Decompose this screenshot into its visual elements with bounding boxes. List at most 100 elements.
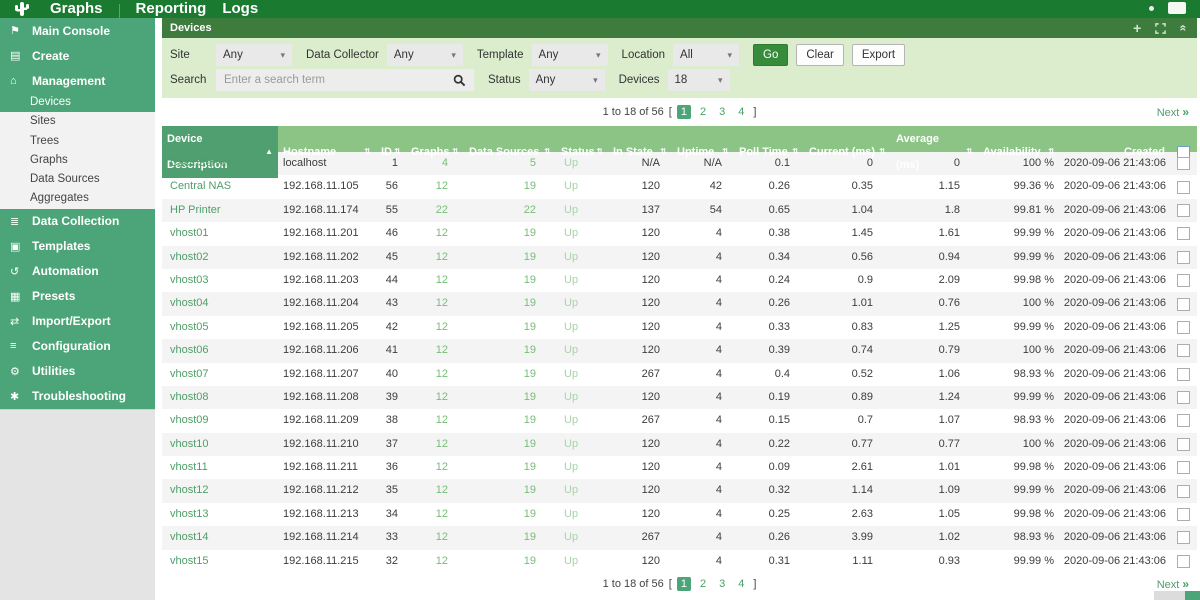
page-link[interactable]: 1 bbox=[676, 577, 691, 591]
graphs-count-link[interactable]: 12 bbox=[406, 526, 464, 549]
device-table-row[interactable]: vhost03 192.168.11.203 44 12 19 Up 120 4… bbox=[162, 268, 1197, 293]
user-menu-icon[interactable] bbox=[1168, 2, 1186, 14]
device-table-row[interactable]: Central NAS 192.168.11.105 56 12 19 Up 1… bbox=[162, 175, 1197, 199]
graphs-count-link[interactable]: 12 bbox=[406, 550, 464, 573]
device-table-row[interactable]: vhost06 192.168.11.206 41 12 19 Up 120 4… bbox=[162, 339, 1197, 363]
sidebar-subitem[interactable]: Sites bbox=[0, 112, 155, 131]
page-link[interactable]: 2 bbox=[696, 105, 710, 119]
data-sources-count-link[interactable]: 19 bbox=[464, 339, 556, 362]
device-name-link[interactable]: vhost07 bbox=[162, 363, 278, 386]
sidebar-item[interactable]: ≡ Configuration bbox=[0, 334, 155, 359]
graphs-count-link[interactable]: 12 bbox=[406, 386, 464, 409]
sidebar-item[interactable]: ⚑ Main Console bbox=[0, 18, 155, 43]
graphs-count-link[interactable]: 12 bbox=[406, 479, 464, 502]
fullscreen-icon[interactable] bbox=[1155, 22, 1167, 34]
search-input[interactable] bbox=[224, 74, 453, 86]
data-sources-count-link[interactable]: 19 bbox=[464, 316, 556, 339]
device-table-row[interactable]: vhost10 192.168.11.210 37 12 19 Up 120 4… bbox=[162, 432, 1197, 457]
page-link[interactable]: 1 bbox=[676, 105, 691, 119]
device-name-link[interactable]: vhost13 bbox=[162, 503, 278, 526]
sidebar-item[interactable]: ≣ Data Collection bbox=[0, 209, 155, 234]
row-checkbox[interactable] bbox=[1177, 391, 1190, 405]
data-sources-count-link[interactable]: 19 bbox=[464, 433, 556, 456]
sidebar-item[interactable]: ↺ Automation bbox=[0, 259, 155, 284]
data-sources-count-link[interactable]: 19 bbox=[464, 409, 556, 432]
row-checkbox[interactable] bbox=[1177, 320, 1190, 334]
row-checkbox[interactable] bbox=[1177, 344, 1190, 358]
row-checkbox[interactable] bbox=[1177, 554, 1190, 568]
page-link[interactable]: 3 bbox=[715, 577, 729, 591]
device-name-link[interactable]: vhost15 bbox=[162, 550, 278, 573]
add-device-icon[interactable]: + bbox=[1133, 21, 1141, 35]
graphs-count-link[interactable]: 12 bbox=[406, 433, 464, 456]
device-table-row[interactable]: vhost02 192.168.11.202 45 12 19 Up 120 4… bbox=[162, 245, 1197, 269]
graphs-count-link[interactable]: 12 bbox=[406, 292, 464, 315]
next-page-link[interactable]: Next» bbox=[1157, 105, 1189, 119]
graphs-count-link[interactable]: 12 bbox=[406, 246, 464, 269]
data-sources-count-link[interactable]: 19 bbox=[464, 503, 556, 526]
graphs-count-link[interactable]: 4 bbox=[406, 152, 464, 175]
device-name-link[interactable]: vhost08 bbox=[162, 386, 278, 409]
sidebar-subitem[interactable]: Trees bbox=[0, 132, 155, 151]
row-checkbox[interactable] bbox=[1177, 367, 1190, 381]
sidebar-item[interactable]: ✱ Troubleshooting bbox=[0, 384, 155, 409]
sidebar-item[interactable]: ▤ Create bbox=[0, 43, 155, 68]
sidebar-item[interactable]: ▣ Templates bbox=[0, 234, 155, 259]
tab-logs[interactable]: Logs bbox=[222, 0, 258, 17]
page-link[interactable]: 4 bbox=[734, 105, 748, 119]
device-name-link[interactable]: vhost06 bbox=[162, 339, 278, 362]
search-icon[interactable] bbox=[453, 74, 466, 87]
tab-reporting[interactable]: Reporting bbox=[136, 0, 207, 17]
go-button[interactable]: Go bbox=[753, 44, 789, 66]
device-table-row[interactable]: vhost11 192.168.11.211 36 12 19 Up 120 4… bbox=[162, 456, 1197, 480]
row-checkbox[interactable] bbox=[1177, 157, 1190, 171]
graphs-count-link[interactable]: 12 bbox=[406, 175, 464, 198]
graphs-count-link[interactable]: 12 bbox=[406, 409, 464, 432]
user-icon[interactable] bbox=[1149, 5, 1154, 11]
graphs-count-link[interactable]: 12 bbox=[406, 503, 464, 526]
device-name-link[interactable]: vhost03 bbox=[162, 269, 278, 292]
next-page-link[interactable]: Next» bbox=[1157, 577, 1189, 591]
graphs-count-link[interactable]: 12 bbox=[406, 363, 464, 386]
row-checkbox[interactable] bbox=[1177, 203, 1190, 217]
device-name-link[interactable]: Central NAS bbox=[162, 175, 278, 198]
data-sources-count-link[interactable]: 19 bbox=[464, 175, 556, 198]
row-checkbox[interactable] bbox=[1177, 484, 1190, 498]
device-name-link[interactable]: Cacti Server bbox=[162, 152, 278, 175]
data-sources-count-link[interactable]: 19 bbox=[464, 526, 556, 549]
site-select[interactable]: Any ▾ bbox=[216, 44, 292, 66]
sidebar-subitem[interactable]: Devices bbox=[0, 93, 155, 113]
graphs-count-link[interactable]: 12 bbox=[406, 316, 464, 339]
device-name-link[interactable]: vhost14 bbox=[162, 526, 278, 549]
row-checkbox[interactable] bbox=[1177, 531, 1190, 545]
row-checkbox[interactable] bbox=[1177, 274, 1190, 288]
sidebar-item[interactable]: ⚙ Utilities bbox=[0, 359, 155, 384]
device-table-row[interactable]: vhost12 192.168.11.212 35 12 19 Up 120 4… bbox=[162, 479, 1197, 503]
device-table-row[interactable]: vhost07 192.168.11.207 40 12 19 Up 267 4… bbox=[162, 362, 1197, 386]
sidebar-subitem[interactable]: Data Sources bbox=[0, 170, 155, 189]
template-select[interactable]: Any ▾ bbox=[531, 44, 608, 66]
graphs-count-link[interactable]: 12 bbox=[406, 456, 464, 479]
row-checkbox[interactable] bbox=[1177, 461, 1190, 475]
devices-per-page-select[interactable]: 18 ▾ bbox=[667, 69, 730, 91]
clear-button[interactable]: Clear bbox=[796, 44, 844, 66]
sidebar-subitem[interactable]: Graphs bbox=[0, 151, 155, 170]
tab-graphs[interactable]: Graphs bbox=[50, 0, 103, 17]
data-sources-count-link[interactable]: 19 bbox=[464, 269, 556, 292]
device-name-link[interactable]: vhost12 bbox=[162, 479, 278, 502]
row-checkbox[interactable] bbox=[1177, 437, 1190, 451]
device-table-row[interactable]: vhost05 192.168.11.205 42 12 19 Up 120 4… bbox=[162, 315, 1197, 340]
graphs-count-link[interactable]: 12 bbox=[406, 222, 464, 245]
data-sources-count-link[interactable]: 19 bbox=[464, 292, 556, 315]
scroll-corner-button[interactable] bbox=[1185, 591, 1200, 600]
device-name-link[interactable]: vhost02 bbox=[162, 246, 278, 269]
graphs-count-link[interactable]: 22 bbox=[406, 199, 464, 222]
data-collector-select[interactable]: Any ▾ bbox=[386, 44, 463, 66]
device-name-link[interactable]: vhost11 bbox=[162, 456, 278, 479]
row-checkbox[interactable] bbox=[1177, 414, 1190, 428]
status-select[interactable]: Any ▾ bbox=[528, 69, 605, 91]
page-link[interactable]: 4 bbox=[734, 577, 748, 591]
device-name-link[interactable]: vhost01 bbox=[162, 222, 278, 245]
device-name-link[interactable]: vhost10 bbox=[162, 433, 278, 456]
device-table-row[interactable]: Cacti Server localhost 1 4 5 Up N/A N/A … bbox=[162, 152, 1197, 176]
